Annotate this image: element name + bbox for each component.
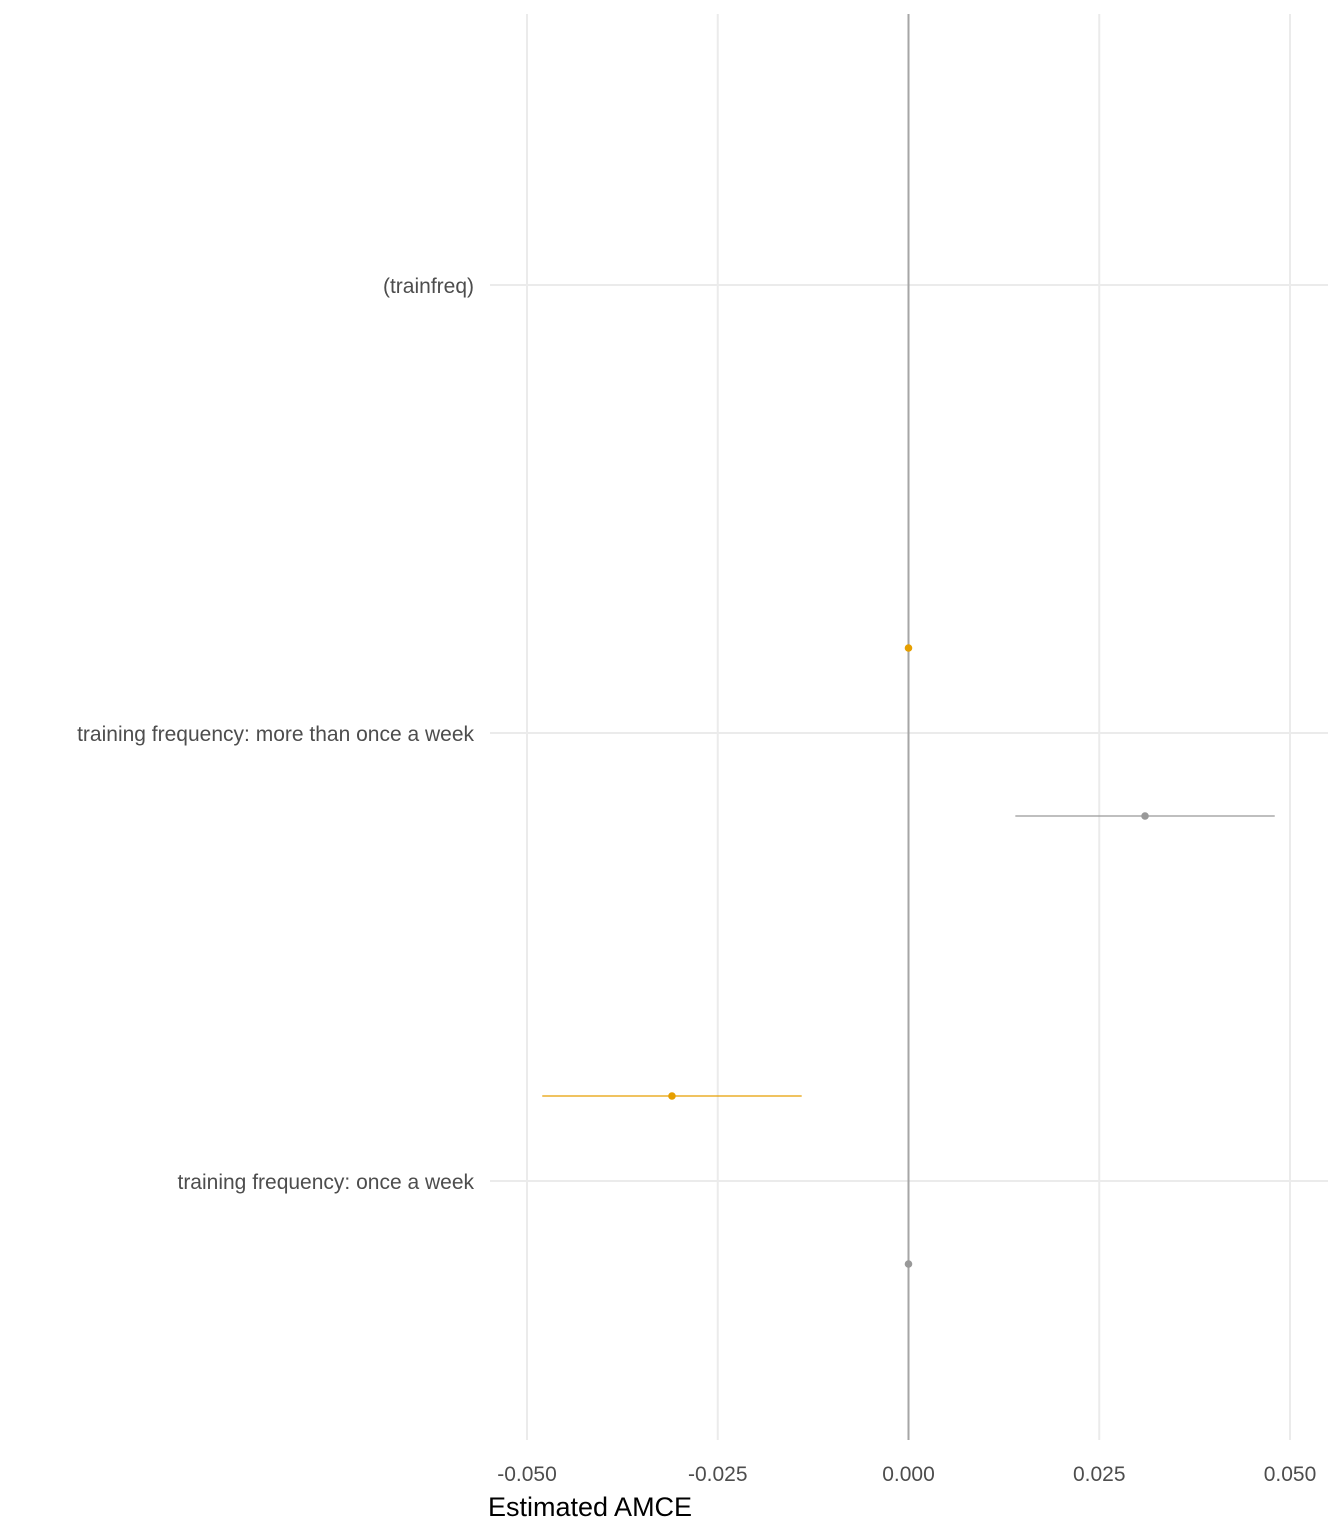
x-tick-label: -0.050 (497, 1463, 557, 1486)
y-tick-label: training frequency: more than once a wee… (77, 723, 474, 746)
x-axis-labels: -0.050 -0.025 0.000 0.025 0.050 (497, 1463, 1316, 1486)
coefficient-plot: (trainfreq) training frequency: more than… (77, 14, 1328, 1522)
x-tick-label: -0.025 (688, 1463, 748, 1486)
y-axis-labels: (trainfreq) training frequency: more than… (77, 275, 474, 1194)
x-tick-label: 0.050 (1264, 1463, 1317, 1486)
y-tick-label: (trainfreq) (383, 275, 474, 298)
x-tick-label: 0.025 (1073, 1463, 1126, 1486)
point-estimate (668, 1092, 676, 1100)
y-tick-label: training frequency: once a week (177, 1171, 474, 1194)
point-estimate (904, 1260, 913, 1268)
point-estimate (904, 644, 913, 652)
x-axis-title: Estimated AMCE (488, 1492, 692, 1522)
point-estimate (1141, 812, 1149, 820)
x-tick-label: 0.000 (882, 1463, 935, 1486)
